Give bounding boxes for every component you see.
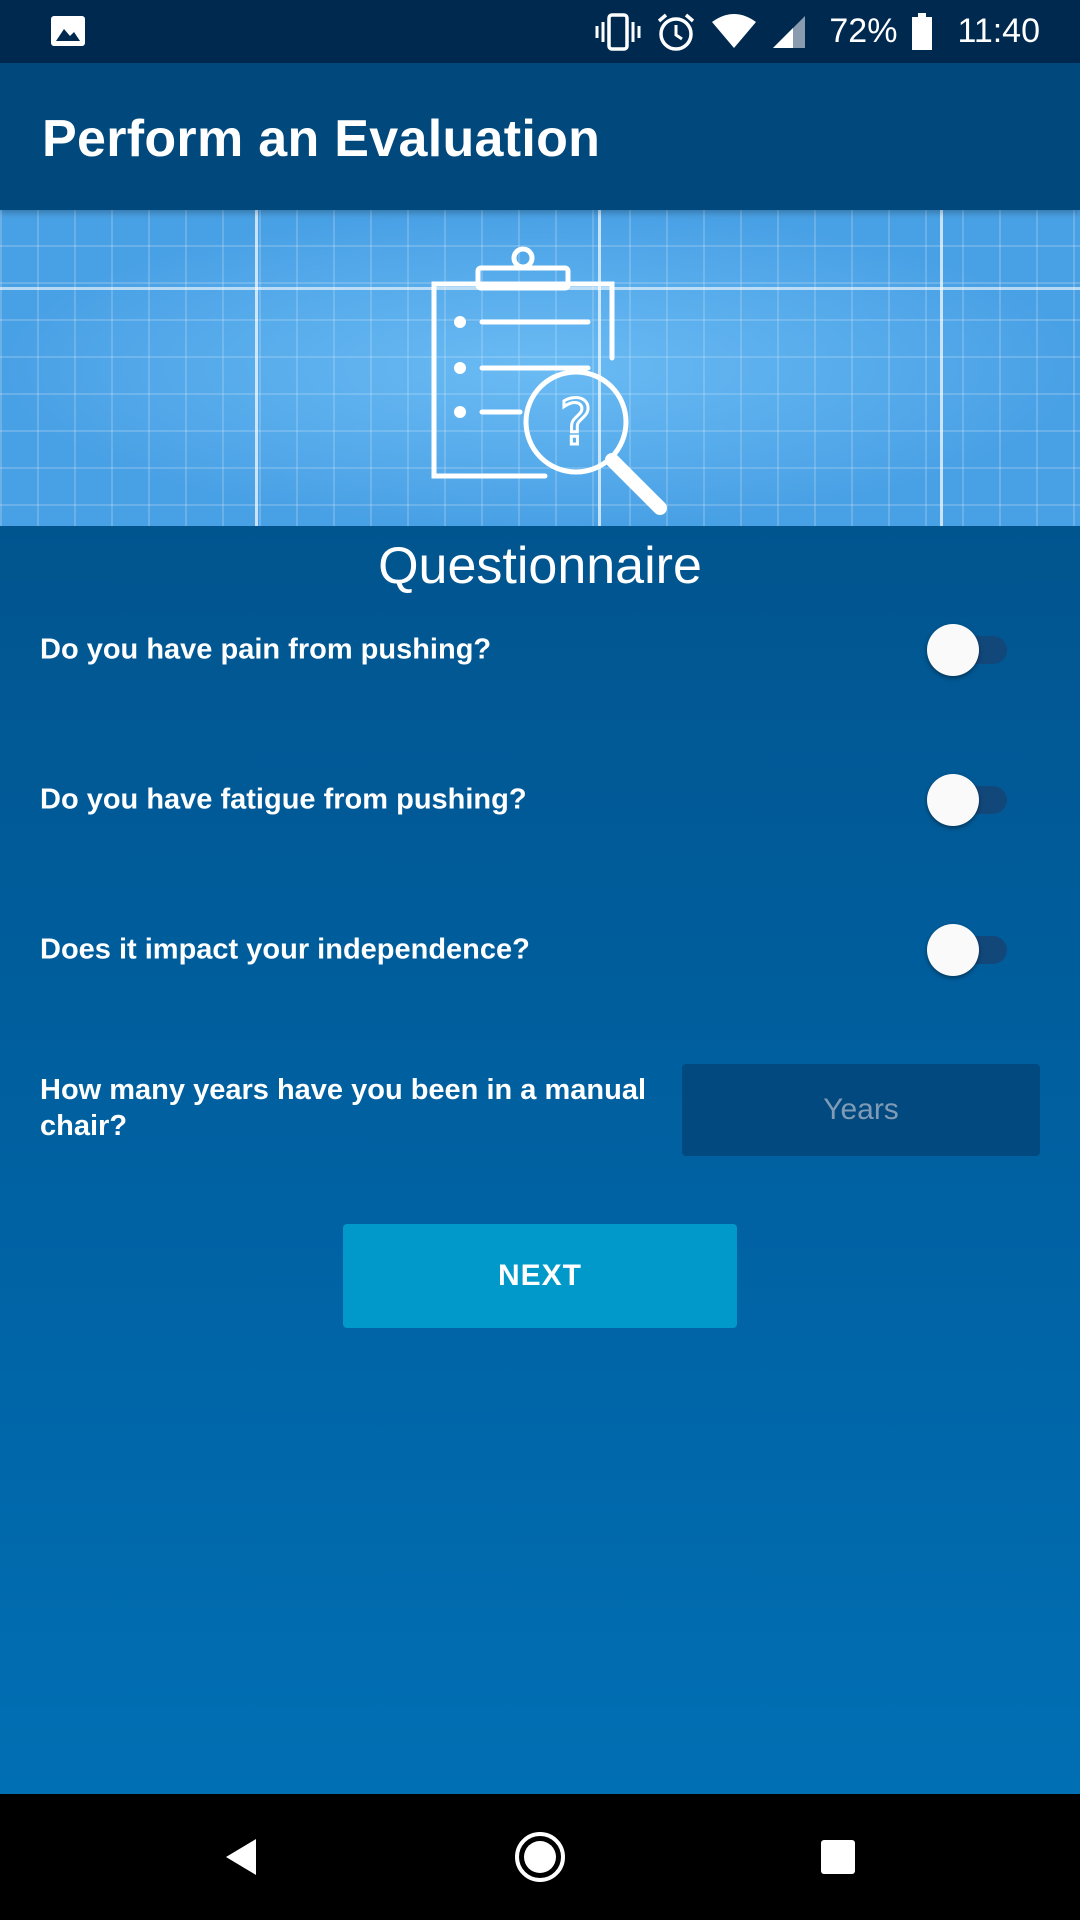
status-bar: 72% 11:40 (0, 0, 1080, 63)
app-bar: Perform an Evaluation (0, 63, 1080, 210)
question-row-fatigue: Do you have fatigue from pushing? (0, 760, 1080, 840)
section-title: Questionnaire (378, 537, 702, 595)
question-row-pain: Do you have pain from pushing? (0, 610, 1080, 690)
battery-icon (911, 12, 933, 51)
years-input[interactable] (682, 1064, 1040, 1156)
years-question-label: How many years have you been in a manual… (40, 1074, 646, 1142)
battery-percent: 72% (829, 12, 898, 50)
navigation-bar (0, 1794, 1080, 1920)
wifi-icon (711, 13, 757, 50)
image-notification-icon (50, 15, 86, 52)
question-label-fatigue: Do you have fatigue from pushing? (40, 783, 527, 816)
page-title: Perform an Evaluation (42, 110, 601, 168)
header-banner: ? (0, 210, 1080, 526)
question-label-independence: Does it impact your independence? (40, 933, 530, 966)
question-row-independence: Does it impact your independence? (0, 910, 1080, 990)
toggle-thumb (927, 924, 979, 976)
fatigue-toggle[interactable] (927, 774, 1013, 826)
home-icon[interactable] (512, 1829, 568, 1885)
independence-toggle[interactable] (927, 924, 1013, 976)
questionnaire-panel: Questionnaire Do you have pain from push… (0, 526, 1080, 1794)
back-icon[interactable] (212, 1829, 268, 1885)
pain-toggle[interactable] (927, 624, 1013, 676)
question-mark-glyph: ? (560, 386, 593, 459)
clipboard-search-icon: ? (420, 230, 680, 525)
vibrate-icon (595, 12, 641, 52)
toggle-thumb (927, 774, 979, 826)
clock-time: 11:40 (957, 12, 1040, 50)
next-button[interactable]: NEXT (343, 1224, 737, 1328)
signal-icon (771, 14, 807, 50)
toggle-thumb (927, 624, 979, 676)
screen: 72% 11:40 Perform an Evaluation ? Questi… (0, 0, 1080, 1920)
alarm-icon (655, 11, 697, 53)
question-label-pain: Do you have pain from pushing? (40, 633, 492, 666)
recents-icon[interactable] (810, 1829, 866, 1885)
